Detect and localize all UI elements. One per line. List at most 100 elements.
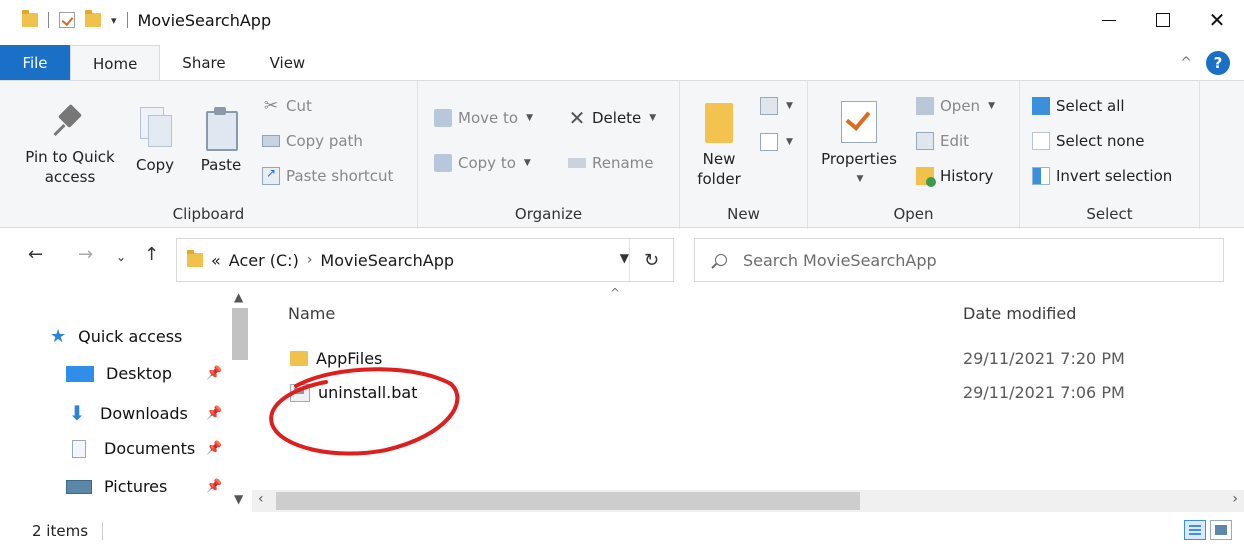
delete-icon: ✕: [568, 106, 586, 130]
nav-item-label: Quick access: [78, 327, 183, 346]
paste-shortcut-button[interactable]: Paste shortcut: [262, 166, 393, 185]
history-button[interactable]: History: [916, 167, 993, 187]
tab-share[interactable]: Share: [160, 45, 247, 81]
red-circle-annotation: [269, 367, 460, 456]
pin-label: Pin to Quick access: [25, 148, 115, 186]
move-to-button[interactable]: Move to ▼: [434, 109, 533, 127]
details-view-icon[interactable]: [1184, 520, 1206, 540]
edit-button[interactable]: Edit: [916, 132, 969, 150]
scroll-down-arrow-icon[interactable]: ▼: [234, 492, 243, 506]
paste-button[interactable]: Paste: [192, 105, 250, 175]
ribbon: Pin to Quick access Copy Paste ✂ Cut Cop…: [0, 80, 1244, 229]
select-none-button[interactable]: Select none: [1032, 132, 1144, 150]
close-button[interactable]: ✕: [1190, 0, 1244, 40]
pin-to-quick-access-button[interactable]: Pin to Quick access: [14, 99, 126, 187]
scroll-left-arrow-icon[interactable]: ‹: [258, 491, 264, 507]
breadcrumb-drive[interactable]: Acer (C:): [229, 251, 299, 270]
easy-access-button[interactable]: ▼: [760, 133, 793, 151]
scroll-up-arrow-icon[interactable]: ▲: [234, 290, 243, 304]
minimize-button[interactable]: [1082, 0, 1136, 40]
select-all-button[interactable]: Select all: [1032, 97, 1125, 115]
easy-access-icon: [760, 133, 778, 151]
dropdown-arrow-icon: ▼: [988, 101, 995, 111]
window-controls: ✕: [1082, 0, 1244, 40]
copy-button[interactable]: Copy: [130, 105, 180, 175]
dropdown-arrow-icon: ▼: [526, 113, 533, 123]
forward-arrow-icon[interactable]: →: [78, 244, 93, 265]
scrollbar-thumb[interactable]: [276, 492, 860, 510]
folder-icon[interactable]: [22, 10, 38, 27]
close-icon: ✕: [1208, 8, 1226, 32]
address-dropdown-chevron-icon[interactable]: ▼: [620, 251, 629, 265]
file-date: 29/11/2021 7:20 PM: [963, 349, 1125, 368]
column-header-date-modified[interactable]: Date modified: [963, 304, 1076, 323]
pictures-icon: [66, 479, 92, 494]
breadcrumb-folder[interactable]: MovieSearchApp: [320, 251, 454, 270]
nav-item-label: Pictures: [104, 477, 168, 496]
item-count: 2 items: [32, 522, 104, 540]
nav-item-label: Downloads: [100, 403, 188, 423]
back-arrow-icon[interactable]: ←: [28, 244, 43, 265]
customize-toolbar-chevron-icon[interactable]: ▾: [111, 14, 117, 27]
copy-path-label: Copy path: [286, 132, 363, 150]
copy-icon: [138, 105, 172, 149]
refresh-icon[interactable]: ↻: [629, 239, 673, 281]
new-folder-icon: [703, 99, 735, 143]
new-item-button[interactable]: ▼: [760, 97, 793, 115]
nav-item-desktop[interactable]: Desktop 📌: [66, 364, 222, 383]
new-folder-button[interactable]: New folder: [692, 99, 746, 189]
properties-button[interactable]: Properties ▼: [816, 99, 902, 189]
breadcrumb-separator-icon[interactable]: ›: [307, 252, 313, 268]
invert-selection-label: Invert selection: [1056, 167, 1173, 185]
properties-check-icon[interactable]: [59, 12, 75, 28]
properties-label: Properties: [821, 150, 897, 168]
scrollbar-thumb[interactable]: [232, 308, 248, 360]
horizontal-scrollbar[interactable]: ‹ ›: [252, 490, 1244, 512]
rename-button[interactable]: Rename: [568, 154, 654, 172]
up-arrow-icon[interactable]: ↑: [144, 244, 159, 265]
move-to-label: Move to: [458, 109, 519, 127]
cut-button[interactable]: ✂ Cut: [262, 97, 312, 115]
nav-item-downloads[interactable]: ⬇ Downloads 📌: [66, 401, 223, 425]
select-all-label: Select all: [1056, 97, 1125, 115]
organize-group: Move to ▼ Copy to ▼ ✕ Delete ▼ Rename Organ…: [418, 81, 680, 229]
address-bar[interactable]: « Acer (C:) › MovieSearchApp ▼ ↻: [176, 238, 674, 282]
select-all-icon: [1032, 97, 1050, 115]
recent-locations-chevron-icon[interactable]: ⌄: [116, 250, 126, 264]
nav-item-pictures[interactable]: Pictures 📌: [66, 477, 222, 496]
column-header-name[interactable]: Name: [288, 304, 335, 323]
edit-icon: [916, 132, 934, 150]
nav-item-quick-access[interactable]: ★ Quick access: [50, 326, 182, 347]
dropdown-arrow-icon: ▼: [786, 101, 793, 111]
help-icon[interactable]: ?: [1206, 51, 1230, 75]
search-placeholder[interactable]: Search MovieSearchApp: [743, 251, 937, 270]
delete-button[interactable]: ✕ Delete ▼: [568, 106, 657, 130]
scroll-right-arrow-icon[interactable]: ›: [1232, 491, 1238, 507]
large-icons-view-icon[interactable]: [1210, 520, 1232, 540]
open-group-label: Open: [893, 205, 934, 223]
tab-home[interactable]: Home: [70, 45, 161, 81]
tab-file[interactable]: File: [0, 45, 70, 81]
search-box[interactable]: Search MovieSearchApp: [694, 238, 1224, 282]
nav-item-documents[interactable]: Documents 📌: [66, 439, 222, 458]
nav-item-label: Documents: [104, 439, 196, 458]
separator: [126, 12, 128, 28]
new-folder-icon[interactable]: [85, 10, 101, 27]
new-folder-label: New folder: [697, 150, 741, 188]
ribbon-tabs: File Home Share View ^ ?: [0, 45, 1244, 81]
tab-view[interactable]: View: [248, 45, 328, 81]
quick-access-toolbar: ▾: [22, 10, 128, 28]
collapse-ribbon-chevron-icon[interactable]: ^: [1180, 55, 1192, 71]
nav-pane-scrollbar[interactable]: ▲ ▼: [228, 288, 252, 510]
clipboard-group-label: Clipboard: [172, 205, 245, 223]
new-group-label: New: [727, 205, 760, 223]
invert-selection-button[interactable]: Invert selection: [1032, 167, 1172, 185]
open-button[interactable]: Open ▼: [916, 97, 995, 115]
copy-to-button[interactable]: Copy to ▼: [434, 154, 531, 172]
navigation-pane: ★ Quick access Desktop 📌 ⬇ Downloads 📌 D…: [0, 288, 252, 510]
breadcrumb-overflow[interactable]: «: [211, 251, 221, 270]
invert-selection-icon: [1032, 167, 1050, 185]
open-group: Properties ▼ Open ▼ Edit History Open: [808, 81, 1020, 229]
copy-path-button[interactable]: Copy path: [262, 132, 363, 150]
maximize-button[interactable]: [1136, 0, 1190, 40]
